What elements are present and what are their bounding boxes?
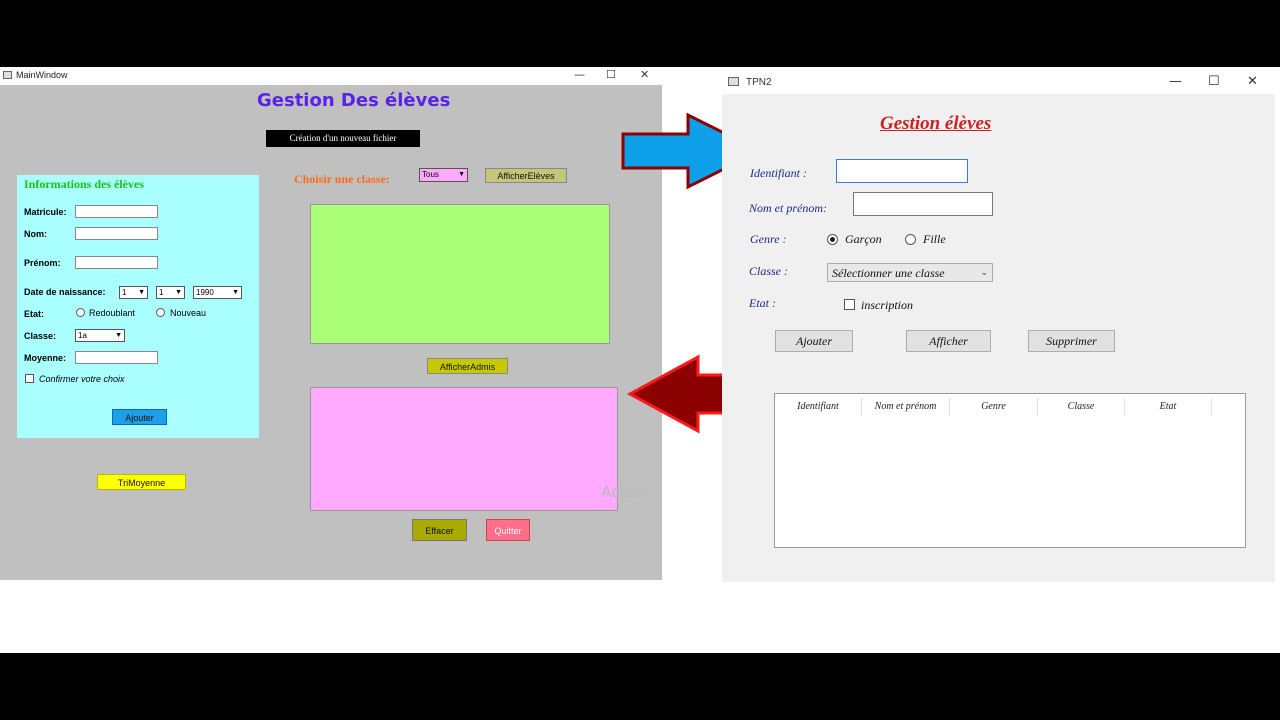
classe-select[interactable]: Sélectionner une classe ⌄	[827, 263, 993, 282]
new-file-button[interactable]: Création d'un nouveau fichier	[266, 130, 420, 147]
admitted-list-area	[310, 387, 618, 511]
maximize-icon[interactable]: ☐	[1208, 74, 1220, 89]
page-title: Gestion Des élèves	[257, 90, 451, 111]
students-list-area	[310, 204, 610, 344]
table-header-etat[interactable]: Etat	[1125, 398, 1212, 416]
delete-button[interactable]: Supprimer	[1028, 330, 1115, 352]
prenom-input[interactable]	[75, 256, 158, 269]
add-student-button[interactable]: Ajouter	[112, 409, 167, 425]
nouveau-label: Nouveau	[170, 308, 207, 318]
activation-watermark: Activer '	[601, 484, 658, 501]
classe-value: 1a	[78, 331, 87, 340]
app-icon	[728, 77, 739, 86]
tri-moyenne-button[interactable]: TriMoyenne	[97, 474, 186, 490]
class-filter-select[interactable]: Tous ▼	[419, 168, 468, 182]
table-header-genre[interactable]: Genre	[950, 398, 1038, 416]
birth-day-value: 1	[122, 288, 127, 297]
tpn2-window: TPN2 — ☐ ✕ Gestion élèves Identifiant : …	[722, 70, 1275, 582]
garcon-label: Garçon	[845, 232, 882, 246]
etat-label: Etat :	[749, 296, 776, 310]
redoublant-label: Redoublant	[89, 308, 136, 318]
minimize-icon[interactable]: —	[574, 68, 585, 81]
inscription-label: inscription	[861, 298, 914, 312]
nouveau-radio[interactable]	[156, 308, 165, 317]
students-table: Identifiant Nom et prénom Genre Classe E…	[774, 393, 1246, 548]
birth-month-select[interactable]: 1 ▼	[156, 286, 185, 299]
main-window-titlebar: MainWindow — ☐ ✕	[0, 67, 662, 85]
choose-class-label: Choisir une classe:	[294, 172, 390, 186]
classe-label: Classe:	[24, 331, 57, 341]
chevron-down-icon: ▼	[138, 289, 145, 296]
main-window: MainWindow — ☐ ✕ Gestion Des élèves Créa…	[0, 67, 662, 580]
page-title: Gestion élèves	[880, 113, 992, 134]
chevron-down-icon: ▼	[115, 332, 122, 339]
identifiant-label: Identifiant :	[750, 166, 807, 180]
close-icon[interactable]: ✕	[1247, 74, 1258, 89]
garcon-radio[interactable]	[827, 234, 838, 245]
radio-selected-dot	[830, 237, 835, 242]
matricule-input[interactable]	[75, 205, 158, 218]
nom-label: Nom:	[24, 229, 47, 239]
tpn2-titlebar: TPN2 — ☐ ✕	[722, 70, 1275, 94]
fille-label: Fille	[923, 232, 946, 246]
chevron-down-icon: ▼	[175, 289, 182, 296]
quit-button[interactable]: Quitter	[486, 519, 530, 541]
moyenne-label: Moyenne:	[24, 353, 67, 363]
matricule-label: Matricule:	[24, 207, 67, 217]
table-header-classe[interactable]: Classe	[1038, 398, 1125, 416]
classe-select[interactable]: 1a ▼	[75, 329, 125, 342]
nom-prenom-label: Nom et prénom:	[749, 201, 827, 215]
class-filter-value: Tous	[422, 170, 439, 179]
close-icon[interactable]: ✕	[640, 68, 649, 81]
birth-day-select[interactable]: 1 ▼	[119, 286, 148, 299]
birth-date-label: Date de naissance:	[24, 287, 106, 297]
chevron-down-icon: ▼	[232, 289, 239, 296]
fille-radio[interactable]	[905, 234, 916, 245]
moyenne-input[interactable]	[75, 351, 158, 364]
nom-prenom-input[interactable]	[853, 192, 993, 216]
classe-label: Classe :	[749, 264, 788, 278]
etat-label: Etat:	[24, 309, 44, 319]
confirm-label: Confirmer votre choix	[39, 374, 125, 384]
student-info-panel: Informations des élèves Matricule: Nom: …	[17, 175, 259, 438]
show-admitted-button[interactable]: AfficherAdmis	[427, 358, 508, 374]
window-title: MainWindow	[16, 70, 68, 80]
confirm-checkbox[interactable]	[25, 374, 34, 383]
chevron-down-icon: ▼	[458, 171, 465, 178]
clear-button[interactable]: Effacer	[412, 519, 467, 541]
birth-year-select[interactable]: 1990 ▼	[193, 286, 242, 299]
birth-year-value: 1990	[196, 288, 214, 297]
table-header-identifiant[interactable]: Identifiant	[775, 398, 862, 416]
maximize-icon[interactable]: ☐	[606, 68, 616, 81]
show-students-button[interactable]: AfficherElèves	[485, 168, 567, 183]
identifiant-input[interactable]	[836, 159, 968, 183]
genre-label: Genre :	[750, 232, 787, 246]
classe-select-value: Sélectionner une classe	[832, 266, 945, 280]
inscription-checkbox[interactable]	[844, 299, 855, 310]
add-button[interactable]: Ajouter	[775, 330, 853, 352]
nom-input[interactable]	[75, 227, 158, 240]
app-icon	[3, 71, 12, 79]
minimize-icon[interactable]: —	[1169, 74, 1182, 89]
show-button[interactable]: Afficher	[906, 330, 991, 352]
birth-month-value: 1	[159, 288, 164, 297]
table-header-nom-prenom[interactable]: Nom et prénom	[862, 398, 950, 416]
window-title: TPN2	[746, 77, 772, 88]
chevron-down-icon: ⌄	[980, 267, 988, 277]
prenom-label: Prénom:	[24, 258, 61, 268]
info-panel-title: Informations des élèves	[24, 177, 144, 191]
redoublant-radio[interactable]	[76, 308, 85, 317]
